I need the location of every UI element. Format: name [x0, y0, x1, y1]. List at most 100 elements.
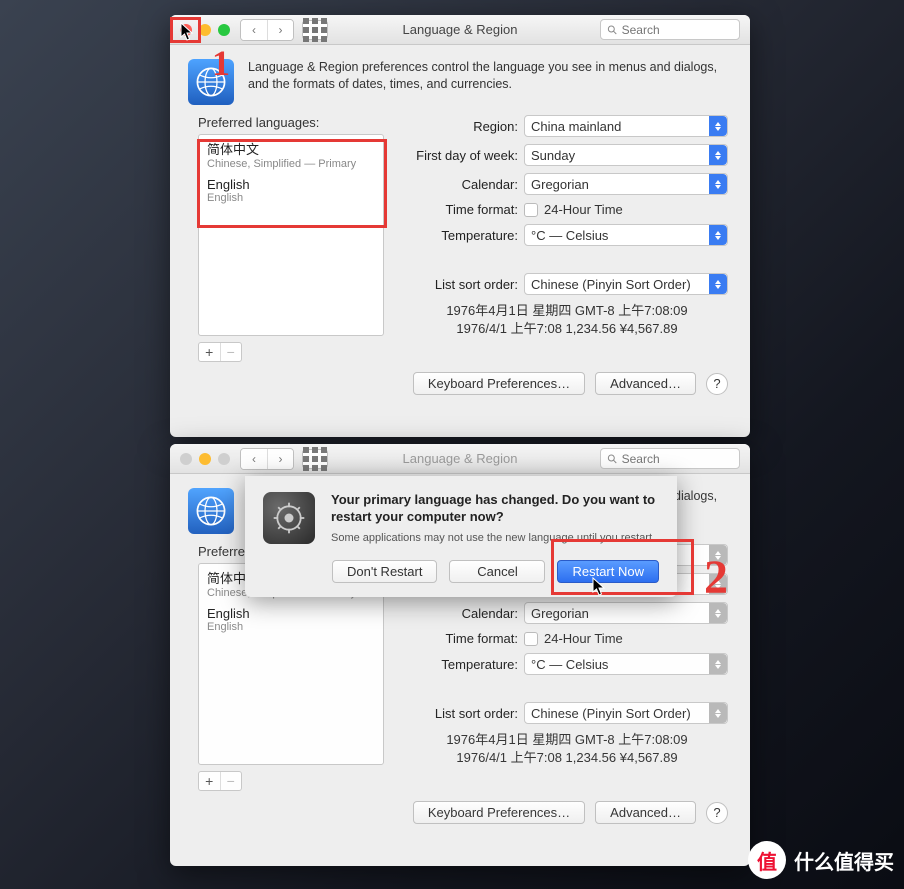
chevron-updown-icon	[709, 225, 727, 245]
lang-name: 简体中文	[207, 139, 375, 158]
sort-label: List sort order:	[406, 277, 524, 292]
temp-select[interactable]: °C — Celsius	[524, 653, 728, 675]
intro-text: Language & Region preferences control th…	[248, 59, 718, 105]
nav-group: ‹ ›	[240, 448, 294, 470]
search-input[interactable]	[622, 23, 733, 37]
keyboard-prefs-button[interactable]: Keyboard Preferences…	[413, 801, 585, 824]
chevron-updown-icon	[709, 703, 727, 723]
remove-button[interactable]: −	[220, 343, 242, 361]
format-sample: 1976年4月1日 星期四 GMT-8 上午7:08:09 1976/4/1 上…	[406, 302, 728, 338]
footer: Keyboard Preferences… Advanced… ?	[170, 370, 750, 409]
calendar-select[interactable]: Gregorian	[524, 173, 728, 195]
remove-button[interactable]: −	[220, 772, 242, 790]
restart-sheet: Your primary language has changed. Do yo…	[245, 476, 677, 597]
prefs-window-1: ‹ › Language & Region Language & Region …	[170, 15, 750, 437]
window-title: Language & Region	[403, 451, 518, 466]
timefmt-label: Time format:	[406, 631, 524, 646]
24hour-checkbox[interactable]	[524, 203, 538, 217]
list-item[interactable]: 简体中文 Chinese, Simplified — Primary	[199, 135, 383, 173]
timefmt-label: Time format:	[406, 202, 524, 217]
dont-restart-button[interactable]: Don't Restart	[332, 560, 437, 583]
show-all-button[interactable]	[302, 449, 328, 469]
sort-select[interactable]: Chinese (Pinyin Sort Order)	[524, 702, 728, 724]
chevron-updown-icon	[709, 654, 727, 674]
search-input[interactable]	[622, 452, 733, 466]
lang-sub: Chinese, Simplified — Primary	[207, 158, 375, 170]
region-label: Region:	[406, 119, 524, 134]
search-field[interactable]	[600, 448, 740, 469]
cursor-icon	[592, 577, 606, 597]
chevron-updown-icon	[709, 174, 727, 194]
system-prefs-icon	[263, 492, 315, 544]
lang-sub: English	[207, 192, 375, 204]
watermark-text: 什么值得买	[794, 846, 894, 875]
chevron-updown-icon	[709, 603, 727, 623]
lang-name: English	[207, 177, 375, 192]
annotation-number-1: 1	[212, 42, 230, 84]
back-button[interactable]: ‹	[241, 20, 267, 40]
titlebar: ‹ › Language & Region	[170, 15, 750, 45]
close-icon[interactable]	[180, 453, 192, 465]
calendar-label: Calendar:	[406, 606, 524, 621]
chevron-updown-icon	[709, 116, 727, 136]
chevron-updown-icon	[709, 145, 727, 165]
calendar-select[interactable]: Gregorian	[524, 602, 728, 624]
forward-button[interactable]: ›	[267, 20, 293, 40]
traffic-lights	[180, 453, 230, 465]
show-all-button[interactable]	[302, 20, 328, 40]
minimize-icon[interactable]	[199, 453, 211, 465]
temp-select[interactable]: °C — Celsius	[524, 224, 728, 246]
advanced-button[interactable]: Advanced…	[595, 801, 696, 824]
zoom-icon[interactable]	[218, 24, 230, 36]
restart-now-button[interactable]: Restart Now	[557, 560, 659, 583]
content: Preferred languages: 简体中文 Chinese, Simpl…	[170, 115, 750, 370]
prefs-window-2: ‹ › Language & Region Language & Region …	[170, 444, 750, 866]
help-button[interactable]: ?	[706, 373, 728, 395]
format-sample: 1976年4月1日 星期四 GMT-8 上午7:08:09 1976/4/1 上…	[406, 731, 728, 767]
titlebar: ‹ › Language & Region	[170, 444, 750, 474]
sort-label: List sort order:	[406, 706, 524, 721]
chevron-updown-icon	[709, 274, 727, 294]
search-icon	[607, 24, 618, 36]
language-list[interactable]: 简体中文 Chinese, Simplified — Primary Engli…	[198, 134, 384, 336]
watermark: 值 什么值得买	[748, 841, 894, 879]
add-button[interactable]: +	[199, 343, 220, 361]
24hour-label: 24-Hour Time	[544, 631, 623, 646]
lang-name: English	[207, 606, 375, 621]
sheet-heading: Your primary language has changed. Do yo…	[331, 492, 659, 526]
intro-row: Language & Region preferences control th…	[170, 45, 750, 115]
temp-label: Temperature:	[406, 228, 524, 243]
search-field[interactable]	[600, 19, 740, 40]
region-select[interactable]: China mainland	[524, 115, 728, 137]
add-remove-group: + −	[198, 771, 242, 791]
zoom-icon[interactable]	[218, 453, 230, 465]
minimize-icon[interactable]	[199, 24, 211, 36]
left-column: Preferred languages: 简体中文 Chinese, Simpl…	[198, 115, 384, 362]
footer: Keyboard Preferences… Advanced… ?	[170, 799, 750, 838]
globe-icon	[188, 488, 234, 534]
preferred-languages-label: Preferred languages:	[198, 115, 384, 130]
help-button[interactable]: ?	[706, 802, 728, 824]
back-button[interactable]: ‹	[241, 449, 267, 469]
search-icon	[607, 453, 618, 465]
annotation-number-2: 2	[704, 550, 728, 605]
window-title: Language & Region	[403, 22, 518, 37]
add-remove-group: + −	[198, 342, 242, 362]
firstday-label: First day of week:	[406, 148, 524, 163]
cancel-button[interactable]: Cancel	[449, 560, 545, 583]
keyboard-prefs-button[interactable]: Keyboard Preferences…	[413, 372, 585, 395]
sheet-subtext: Some applications may not use the new la…	[331, 532, 659, 544]
list-item[interactable]: English English	[199, 173, 383, 207]
firstday-select[interactable]: Sunday	[524, 144, 728, 166]
add-button[interactable]: +	[199, 772, 220, 790]
temp-label: Temperature:	[406, 657, 524, 672]
calendar-label: Calendar:	[406, 177, 524, 192]
24hour-checkbox[interactable]	[524, 632, 538, 646]
sort-select[interactable]: Chinese (Pinyin Sort Order)	[524, 273, 728, 295]
list-item[interactable]: English English	[199, 602, 383, 636]
forward-button[interactable]: ›	[267, 449, 293, 469]
lang-sub: English	[207, 621, 375, 633]
advanced-button[interactable]: Advanced…	[595, 372, 696, 395]
nav-group: ‹ ›	[240, 19, 294, 41]
24hour-label: 24-Hour Time	[544, 202, 623, 217]
